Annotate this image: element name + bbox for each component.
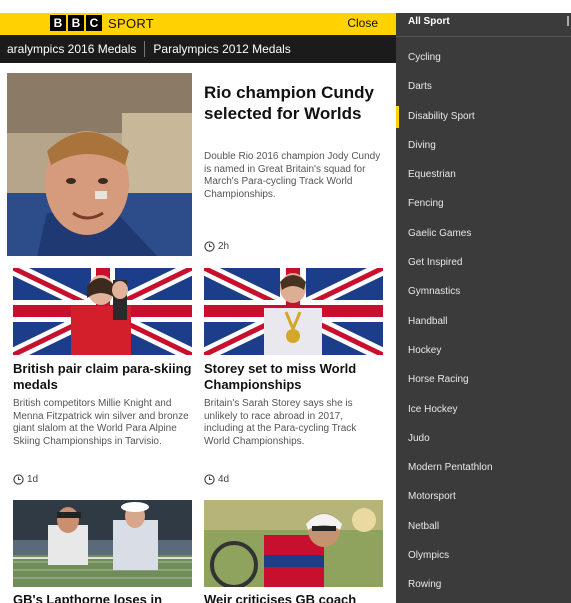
card-image-para-skiing[interactable]: [13, 268, 192, 355]
sidebar-item-disability-sport[interactable]: Disability Sport: [396, 102, 571, 131]
sidebar-item-rowing[interactable]: Rowing: [396, 570, 571, 599]
sidebar-item-hockey[interactable]: Hockey: [396, 336, 571, 365]
sidebar-item-horse-racing[interactable]: Horse Racing: [396, 365, 571, 394]
card-headline-para-skiing[interactable]: British pair claim para-skiing medals: [13, 361, 192, 392]
lead-story-headline[interactable]: Rio champion Cundy selected for Worlds: [204, 82, 382, 124]
lead-story-timestamp: 2h: [204, 241, 229, 252]
card-headline-lapthorne[interactable]: GB's Lapthorne loses in: [13, 592, 192, 603]
clock-icon: [204, 474, 215, 485]
card-headline-weir[interactable]: Weir criticises GB coach: [204, 592, 383, 603]
sidebar-item-netball[interactable]: Netball: [396, 512, 571, 541]
sidebar-item-fencing[interactable]: Fencing: [396, 189, 571, 218]
sidebar-item-get-inspired[interactable]: Get Inspired: [396, 248, 571, 277]
logo-letter-b2: B: [68, 15, 84, 31]
sidebar-divider: [396, 36, 571, 37]
sidebar-scrollbar[interactable]: [567, 16, 569, 26]
clock-icon: [13, 474, 24, 485]
subnav-item-2016-medals[interactable]: aralympics 2016 Medals: [0, 42, 144, 56]
bbc-sport-logo[interactable]: B B C SPORT: [50, 15, 154, 31]
clock-icon: [204, 241, 215, 252]
main-content: B B C SPORT Close aralympics 2016 Medals…: [0, 0, 396, 603]
sidebar-item-motorsport[interactable]: Motorsport: [396, 482, 571, 511]
card-timestamp-storey: 4d: [204, 474, 229, 485]
sidebar-title: All Sport: [408, 16, 450, 27]
sidebar-item-diving[interactable]: Diving: [396, 131, 571, 160]
lead-story-image[interactable]: [7, 73, 192, 256]
sidebar-item-olympics[interactable]: Olympics: [396, 541, 571, 570]
card-headline-storey[interactable]: Storey set to miss World Championships: [204, 361, 383, 392]
card-time-storey: 4d: [218, 474, 230, 485]
sidebar-item-cycling[interactable]: Cycling: [396, 43, 571, 72]
subnav-item-2012-medals[interactable]: Paralympics 2012 Medals: [145, 42, 298, 56]
lead-story-summary: Double Rio 2016 champion Jody Cundy is n…: [204, 151, 381, 200]
logo-letter-c: C: [86, 15, 102, 31]
sidebar-item-equestrian[interactable]: Equestrian: [396, 160, 571, 189]
sidebar-item-gymnastics[interactable]: Gymnastics: [396, 277, 571, 306]
sidebar-item-darts[interactable]: Darts: [396, 72, 571, 101]
sidebar-item-gaelic-games[interactable]: Gaelic Games: [396, 219, 571, 248]
sidebar-top-strip: [396, 0, 571, 13]
subnav-bar: aralympics 2016 Medals Paralympics 2012 …: [0, 35, 396, 63]
sidebar-item-handball[interactable]: Handball: [396, 307, 571, 336]
card-time-para-skiing: 1d: [27, 474, 39, 485]
card-image-weir[interactable]: [204, 500, 383, 587]
close-button[interactable]: Close: [347, 16, 378, 30]
card-image-lapthorne[interactable]: [13, 500, 192, 587]
sport-list: Cycling Darts Disability Sport Diving Eq…: [396, 43, 571, 600]
card-timestamp-para-skiing: 1d: [13, 474, 38, 485]
sidebar-item-ice-hockey[interactable]: Ice Hockey: [396, 395, 571, 424]
logo-sport-text: SPORT: [108, 15, 155, 31]
sidebar-item-modern-pentathlon[interactable]: Modern Pentathlon: [396, 453, 571, 482]
lead-story-time: 2h: [218, 241, 230, 252]
all-sport-sidebar: All Sport Cycling Darts Disability Sport…: [396, 0, 571, 603]
card-summary-para-skiing: British competitors Millie Knight and Me…: [13, 398, 189, 447]
card-image-storey[interactable]: [204, 268, 383, 355]
sidebar-item-judo[interactable]: Judo: [396, 424, 571, 453]
logo-letter-b1: B: [50, 15, 66, 31]
bbc-sport-header: B B C SPORT Close: [0, 13, 396, 35]
card-summary-storey: Britain's Sarah Storey says she is unlik…: [204, 398, 357, 447]
